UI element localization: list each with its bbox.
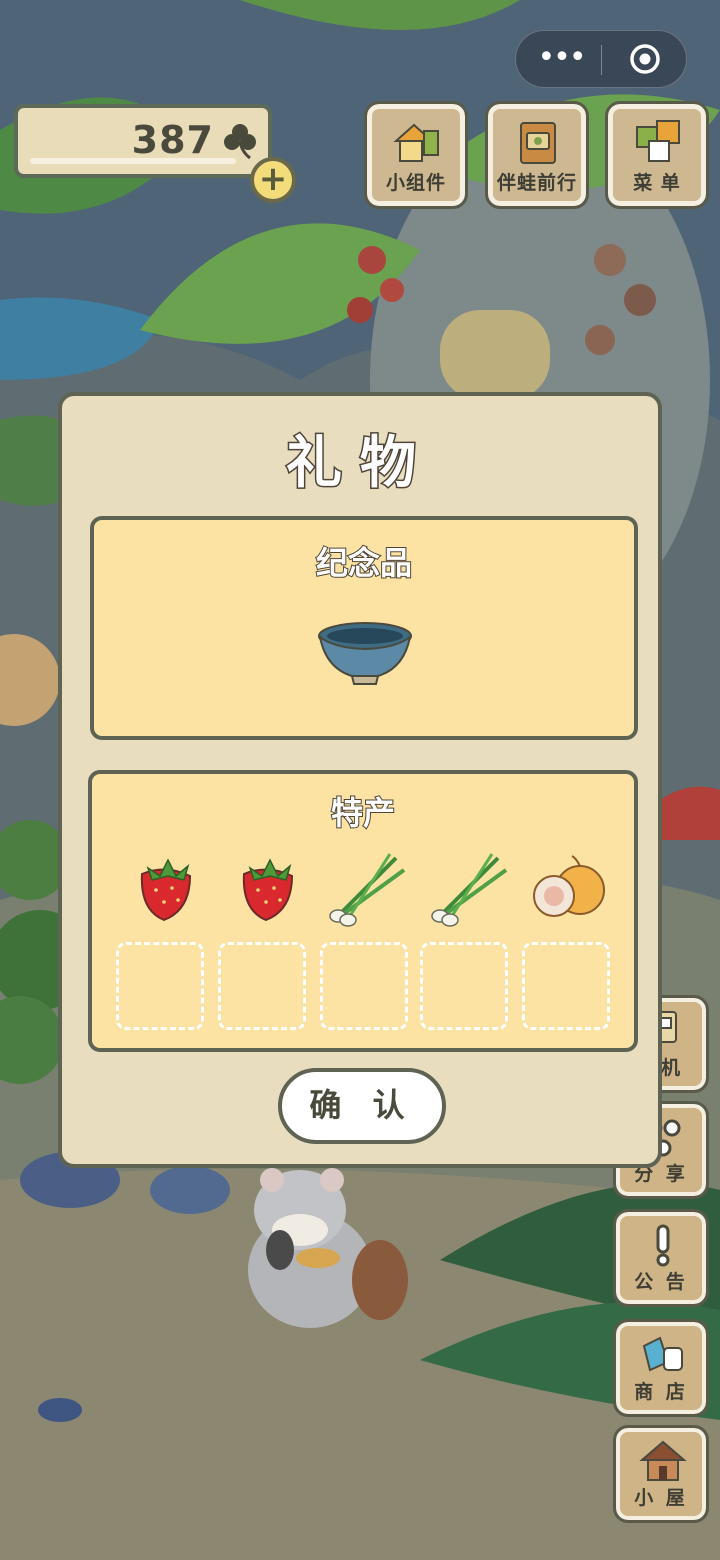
empty-specialty-slot <box>420 942 508 1030</box>
mini-program-capsule: ••• <box>515 30 687 88</box>
widget-icon <box>393 123 439 162</box>
gift-dialog: 礼物 纪念品 特产 确 认 <box>58 392 662 1168</box>
shop-label: 商 店 <box>634 1381 688 1403</box>
dialog-title: 礼物 <box>285 430 434 498</box>
close-target-icon[interactable] <box>628 42 662 76</box>
specialty-panel: 特产 <box>88 770 638 1052</box>
house-label: 小 屋 <box>634 1487 688 1509</box>
house-button[interactable]: 小 屋 <box>613 1425 709 1523</box>
notice-label: 公 告 <box>634 1271 688 1293</box>
journey-book-icon <box>520 122 556 164</box>
capsule-divider <box>601 45 602 75</box>
strawberry-icon[interactable] <box>228 850 312 928</box>
more-icon[interactable]: ••• <box>536 43 586 77</box>
specialty-title: 特产 <box>330 793 396 833</box>
clover-count: 387 <box>131 118 214 162</box>
notice-button[interactable]: 公 告 <box>613 1209 709 1307</box>
souvenir-title: 纪念品 <box>315 543 413 583</box>
empty-specialty-slot <box>218 942 306 1030</box>
clover-counter: 387 <box>14 104 272 178</box>
widget-button[interactable]: 小组件 <box>364 101 468 209</box>
add-clover-button[interactable]: + <box>250 157 296 203</box>
souvenir-panel: 纪念品 <box>90 516 638 740</box>
notice-icon <box>656 1224 670 1267</box>
melon-icon[interactable] <box>528 850 612 928</box>
menu-button[interactable]: 菜 单 <box>605 101 709 209</box>
house-icon <box>639 1440 687 1481</box>
shop-button[interactable]: 商 店 <box>613 1319 709 1417</box>
strawberry-icon[interactable] <box>126 850 210 928</box>
empty-specialty-slot <box>320 942 408 1030</box>
journey-label: 伴蛙前行 <box>496 172 577 194</box>
green-onion-icon[interactable] <box>426 850 510 928</box>
green-onion-icon[interactable] <box>324 850 408 928</box>
journey-button[interactable]: 伴蛙前行 <box>485 101 589 209</box>
empty-specialty-slot <box>522 942 610 1030</box>
tea-bowl-icon[interactable] <box>316 620 414 690</box>
empty-specialty-slot <box>116 942 204 1030</box>
menu-cards-icon <box>636 120 680 162</box>
menu-label: 菜 单 <box>633 172 681 194</box>
confirm-button[interactable]: 确 认 <box>278 1068 446 1144</box>
widget-label: 小组件 <box>385 172 446 194</box>
clover-icon <box>224 124 256 160</box>
shop-bag-icon <box>642 1336 683 1372</box>
